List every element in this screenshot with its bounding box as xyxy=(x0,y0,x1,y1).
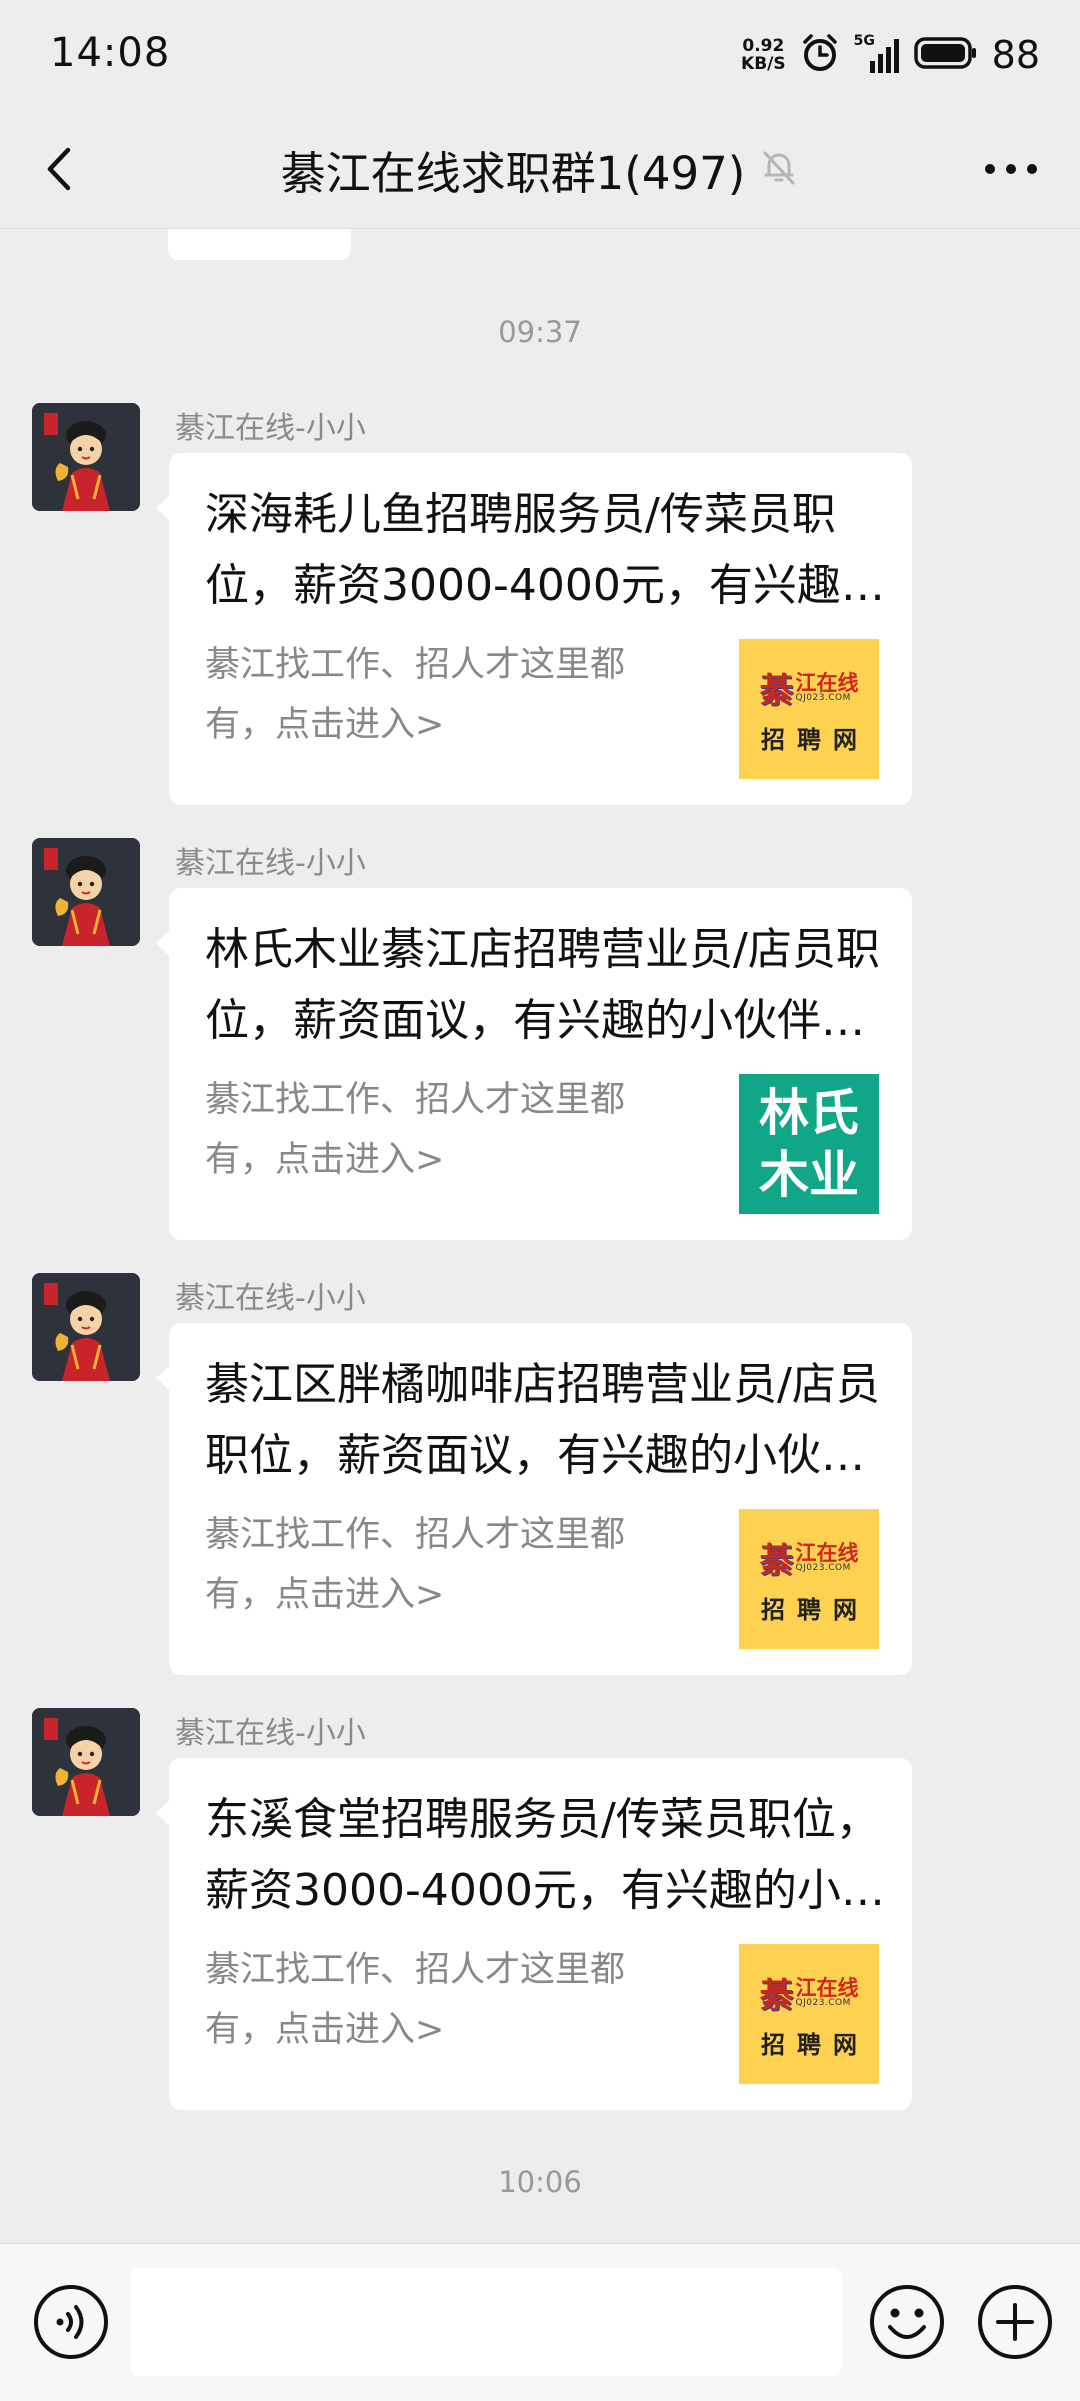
network-speed-unit: KB/S xyxy=(741,54,786,74)
more-button[interactable] xyxy=(976,144,1046,194)
logo-sub: QJ023.COM xyxy=(795,1997,851,2008)
more-icon xyxy=(985,164,1037,174)
logo-text-block: 江在线 QJ023.COM xyxy=(795,1540,859,1573)
sender-avatar[interactable] xyxy=(32,1708,140,1816)
alarm-icon xyxy=(800,33,840,77)
status-indicators: 0.92 KB/S 5G 88 xyxy=(741,30,1040,80)
sender-avatar[interactable] xyxy=(32,1273,140,1381)
card-title: 深海耗儿鱼招聘服务员/传菜员职位，薪资3000-4000元，有兴趣的小伙伴快来看… xyxy=(205,489,885,611)
network-speed: 0.92 KB/S xyxy=(741,37,786,73)
status-bar: 14:08 0.92 KB/S 5G 88 xyxy=(0,0,1080,110)
time-divider: 09:37 xyxy=(498,315,582,349)
logo-line-2: 木业 xyxy=(759,1146,859,1204)
header-title-group: 綦江在线求职群1(497) xyxy=(0,110,1080,228)
battery-icon xyxy=(913,36,978,74)
link-card[interactable]: 綦江区胖橘咖啡店招聘营业员/店员职位，薪资面议，有兴趣的小伙伴快来看看吧！ 綦江… xyxy=(156,1323,912,1675)
logo-sub: QJ023.COM xyxy=(795,1562,851,1573)
logo-caption: 招聘网 xyxy=(761,2030,869,2059)
card-title: 林氏木业綦江店招聘营业员/店员职位，薪资面议，有兴趣的小伙伴快来看看吧！ xyxy=(205,924,880,1046)
mute-bell-icon xyxy=(759,147,799,191)
logo-text-block: 江在线 QJ023.COM xyxy=(795,1975,859,2008)
card-description: 綦江找工作、招人才这里都有，点击进入> xyxy=(205,1515,626,1615)
avatar-image xyxy=(32,403,140,511)
logo-caption: 招聘网 xyxy=(761,1595,869,1624)
status-time: 14:08 xyxy=(50,30,171,76)
input-bar xyxy=(0,2243,1080,2401)
chat-message: 綦江在线-小小 林氏木业綦江店招聘营业员/店员职位，薪资面议，有兴趣的小伙伴快来… xyxy=(0,838,1080,1242)
link-card[interactable]: 深海耗儿鱼招聘服务员/传菜员职位，薪资3000-4000元，有兴趣的小伙伴快来看… xyxy=(156,453,912,805)
emoji-button[interactable] xyxy=(860,2275,954,2369)
signal-icon: 5G xyxy=(854,33,900,75)
logo-sub: QJ023.COM xyxy=(795,692,851,703)
card-thumbnail: 林氏 木业 xyxy=(739,1074,879,1214)
qjzx-logo: 綦 江在线 QJ023.COM xyxy=(760,1968,859,2017)
logo-line-1: 林氏 xyxy=(759,1084,859,1142)
voice-button[interactable] xyxy=(24,2275,118,2369)
card-description: 綦江找工作、招人才这里都有，点击进入> xyxy=(205,1080,626,1180)
link-card[interactable]: 东溪食堂招聘服务员/传菜员职位，薪资3000-4000元，有兴趣的小伙伴快来看看… xyxy=(156,1758,912,2110)
more-functions-button[interactable] xyxy=(968,2275,1062,2369)
avatar-image xyxy=(32,1273,140,1381)
sender-name: 綦江在线-小小 xyxy=(175,411,366,446)
card-title: 东溪食堂招聘服务员/传菜员职位，薪资3000-4000元，有兴趣的小伙伴快来看看… xyxy=(205,1794,885,1916)
card-thumbnail: 綦 江在线 QJ023.COM 招聘网 xyxy=(739,1944,879,2084)
logo-text-block: 江在线 QJ023.COM xyxy=(795,670,859,703)
voice-icon xyxy=(34,2285,108,2359)
card-thumbnail: 綦 江在线 QJ023.COM 招聘网 xyxy=(739,639,879,779)
chat-header: 綦江在线求职群1(497) xyxy=(0,110,1080,229)
avatar-image xyxy=(32,838,140,946)
time-divider: 10:06 xyxy=(498,2165,582,2199)
network-speed-value: 0.92 xyxy=(742,36,785,56)
emoji-icon xyxy=(870,2285,944,2359)
link-card[interactable]: 林氏木业綦江店招聘营业员/店员职位，薪资面议，有兴趣的小伙伴快来看看吧！ 綦江找… xyxy=(156,888,912,1240)
logo-char: 綦 xyxy=(759,1976,794,2016)
card-description: 綦江找工作、招人才这里都有，点击进入> xyxy=(205,1950,626,2050)
qjzx-logo: 綦 江在线 QJ023.COM xyxy=(760,1533,859,1582)
chat-title[interactable]: 綦江在线求职群1(497) xyxy=(281,137,746,202)
sender-name: 綦江在线-小小 xyxy=(175,1716,366,1751)
logo-char: 綦 xyxy=(759,1541,794,1581)
card-description: 綦江找工作、招人才这里都有，点击进入> xyxy=(205,645,626,745)
qjzx-logo: 綦 江在线 QJ023.COM xyxy=(760,663,859,712)
sender-name: 綦江在线-小小 xyxy=(175,1281,366,1316)
sender-avatar[interactable] xyxy=(32,838,140,946)
battery-level: 88 xyxy=(991,33,1040,77)
chat-message: 綦江在线-小小 綦江区胖橘咖啡店招聘营业员/店员职位，薪资面议，有兴趣的小伙伴快… xyxy=(0,1273,1080,1677)
logo-text: 江在线 xyxy=(795,1540,859,1565)
previous-message-bubble[interactable] xyxy=(168,229,351,260)
sender-name: 綦江在线-小小 xyxy=(175,846,366,881)
logo-caption: 招聘网 xyxy=(761,725,869,754)
chat-message: 綦江在线-小小 东溪食堂招聘服务员/传菜员职位，薪资3000-4000元，有兴趣… xyxy=(0,1708,1080,2112)
chat-message-list[interactable]: 09:37 綦江在线-小小 深海耗儿鱼招聘服务员/传菜员职位，薪资3000-40… xyxy=(0,229,1080,2243)
add-icon xyxy=(978,2285,1052,2359)
logo-char: 綦 xyxy=(759,671,794,711)
avatar-image xyxy=(32,1708,140,1816)
chat-message: 綦江在线-小小 深海耗儿鱼招聘服务员/传菜员职位，薪资3000-4000元，有兴… xyxy=(0,403,1080,807)
sender-avatar[interactable] xyxy=(32,403,140,511)
card-thumbnail: 綦 江在线 QJ023.COM 招聘网 xyxy=(739,1509,879,1649)
logo-text: 江在线 xyxy=(795,1975,859,2000)
logo-text: 江在线 xyxy=(795,670,859,695)
message-input[interactable] xyxy=(130,2268,842,2376)
card-title: 綦江区胖橘咖啡店招聘营业员/店员职位，薪资面议，有兴趣的小伙伴快来看看吧！ xyxy=(205,1359,880,1481)
